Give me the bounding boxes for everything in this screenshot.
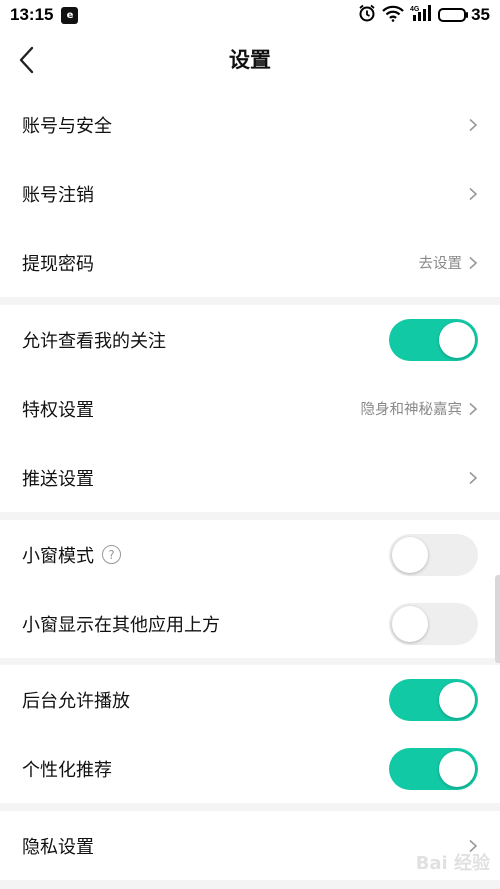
page-title: 设置 <box>229 48 271 72</box>
mini-window-toggle[interactable] <box>389 533 478 576</box>
signal-4g-icon: 4G <box>410 4 432 26</box>
row-push[interactable]: 推送设置 <box>0 443 500 512</box>
privacy-group: 允许查看我的关注 特权设置 隐身和神秘嘉宾 推送设置 <box>0 305 500 512</box>
window-group: 小窗模式 ? 小窗显示在其他应用上方 <box>0 520 500 658</box>
help-icon[interactable]: ? <box>102 545 121 564</box>
status-bar: 13:15 e 4G 35 <box>0 0 500 30</box>
row-allow-view-follow: 允许查看我的关注 <box>0 305 500 374</box>
chevron-right-icon <box>469 118 478 131</box>
mini-window-overlay-toggle[interactable] <box>389 602 478 645</box>
chevron-left-icon[interactable] <box>18 44 58 76</box>
row-background-play: 后台允许播放 <box>0 665 500 734</box>
status-time: 13:15 <box>10 5 54 24</box>
alarm-icon <box>358 4 376 26</box>
header: 设置 <box>0 30 500 90</box>
account-group: 账号与安全 账号注销 提现密码 去设置 <box>0 90 500 297</box>
row-label: 推送设置 <box>22 468 94 490</box>
background-play-toggle[interactable] <box>389 678 478 721</box>
row-withdraw-password[interactable]: 提现密码 去设置 <box>0 228 500 297</box>
row-label: 个性化推荐 <box>22 759 112 781</box>
battery-indicator: 35 <box>438 5 490 25</box>
app-notification-icon: e <box>61 6 79 24</box>
chevron-right-icon <box>469 402 478 415</box>
row-label: 提现密码 <box>22 253 94 275</box>
svg-text:4G: 4G <box>410 6 420 13</box>
row-privilege[interactable]: 特权设置 隐身和神秘嘉宾 <box>0 374 500 443</box>
row-label: 隐私设置 <box>22 836 94 858</box>
row-hint: 去设置 <box>418 256 463 272</box>
row-personalized: 个性化推荐 <box>0 734 500 803</box>
row-label: 小窗模式 <box>22 545 94 567</box>
personalized-toggle[interactable] <box>389 747 478 790</box>
row-label: 后台允许播放 <box>22 690 130 712</box>
row-hint: 隐身和神秘嘉宾 <box>360 402 463 418</box>
wifi-icon <box>382 5 404 26</box>
row-label: 特权设置 <box>22 399 94 421</box>
watermark: Bai 经验 <box>415 853 490 874</box>
row-label: 小窗显示在其他应用上方 <box>22 614 220 636</box>
chevron-right-icon <box>469 187 478 200</box>
allow-view-follow-toggle[interactable] <box>389 318 478 361</box>
row-mini-window: 小窗模式 ? <box>0 520 500 589</box>
row-label: 账号注销 <box>22 184 94 206</box>
battery-level: 35 <box>471 5 490 24</box>
row-label: 允许查看我的关注 <box>22 330 166 352</box>
row-account-security[interactable]: 账号与安全 <box>0 90 500 159</box>
row-mini-window-overlay: 小窗显示在其他应用上方 <box>0 589 500 658</box>
side-drawer-handle[interactable] <box>495 575 500 663</box>
row-label: 账号与安全 <box>22 115 112 137</box>
chevron-right-icon <box>469 256 478 269</box>
playback-group: 后台允许播放 个性化推荐 <box>0 665 500 803</box>
row-account-cancel[interactable]: 账号注销 <box>0 159 500 228</box>
chevron-right-icon <box>469 471 478 484</box>
